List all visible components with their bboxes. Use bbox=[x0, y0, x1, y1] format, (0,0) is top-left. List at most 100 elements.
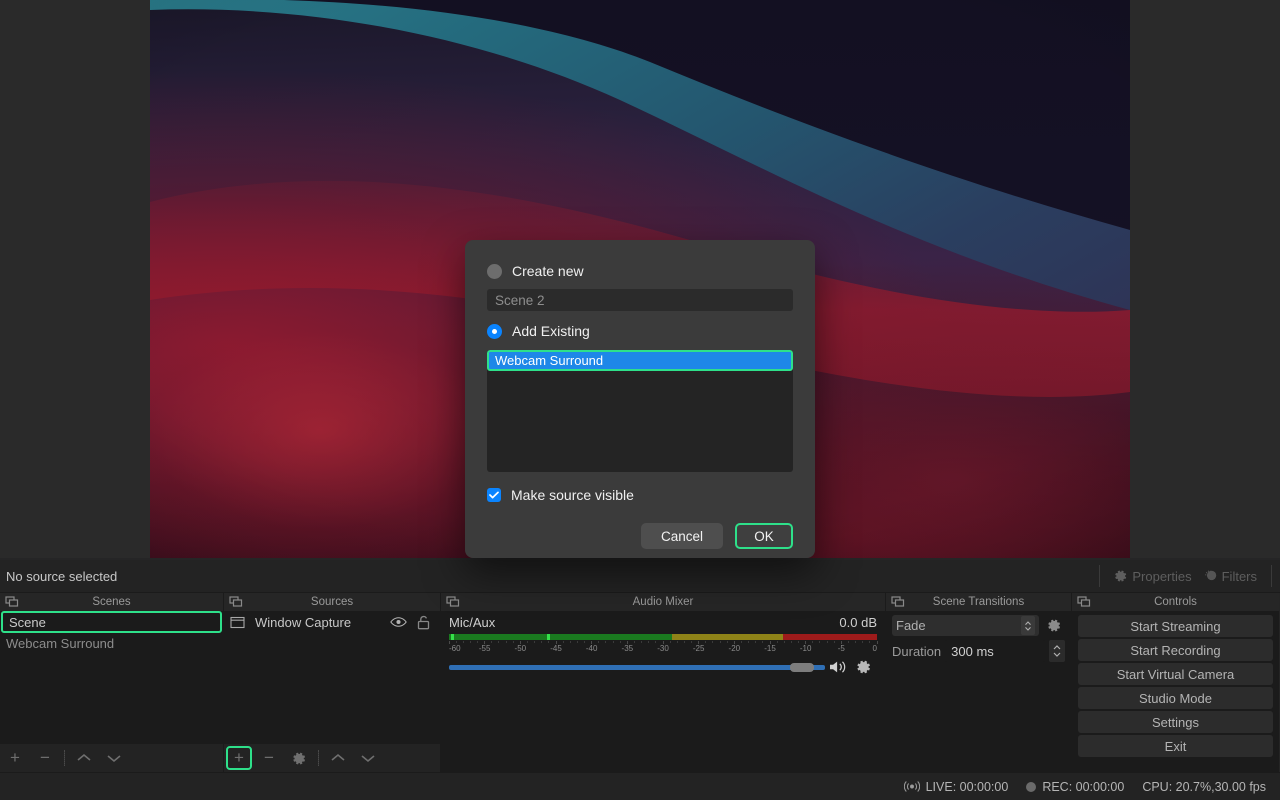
add-existing-radio-row[interactable]: Add Existing bbox=[487, 320, 793, 342]
add-scene-button[interactable]: + bbox=[0, 745, 30, 771]
move-scene-up-button[interactable] bbox=[69, 745, 99, 771]
status-bar: LIVE: 00:00:00 REC: 00:00:00 CPU: 20.7%,… bbox=[0, 772, 1280, 800]
transitions-body: Fade Duration 300 ms bbox=[886, 611, 1071, 772]
scenes-list[interactable]: Scene Webcam Surround bbox=[0, 611, 223, 744]
filters-button[interactable]: Filters bbox=[1198, 566, 1263, 587]
scene-transitions-dock: Scene Transitions Fade Duration 300 ms bbox=[885, 593, 1071, 772]
add-existing-label: Add Existing bbox=[512, 323, 590, 339]
meter-minor-tick bbox=[534, 641, 536, 643]
existing-source-label: Webcam Surround bbox=[495, 353, 604, 368]
sources-list[interactable]: Window Capture bbox=[224, 611, 440, 744]
move-scene-down-button[interactable] bbox=[99, 745, 129, 771]
existing-sources-listbox[interactable]: Webcam Surround bbox=[487, 350, 793, 472]
mixer-track-db: 0.0 dB bbox=[839, 615, 877, 630]
meter-minor-tick bbox=[869, 641, 871, 643]
meter-minor-tick bbox=[676, 641, 678, 643]
meter-minor-tick bbox=[705, 641, 707, 643]
meter-green-segment bbox=[449, 634, 672, 640]
mixer-track-name: Mic/Aux bbox=[449, 615, 496, 630]
unlock-icon[interactable] bbox=[417, 615, 430, 630]
scene-item-webcam-surround[interactable]: Webcam Surround bbox=[0, 633, 223, 653]
mixer-dock-title: Audio Mixer bbox=[441, 593, 885, 611]
eye-icon[interactable] bbox=[390, 616, 407, 628]
sources-toolbar: + − bbox=[224, 744, 440, 772]
remove-source-button[interactable]: − bbox=[254, 745, 284, 771]
source-item-label: Window Capture bbox=[255, 614, 352, 630]
button-label: Start Virtual Camera bbox=[1116, 666, 1235, 682]
exit-button[interactable]: Exit bbox=[1078, 735, 1273, 757]
meter-minor-tick bbox=[477, 641, 479, 643]
meter-minor-tick bbox=[847, 641, 849, 643]
make-visible-row[interactable]: Make source visible bbox=[487, 485, 793, 505]
transition-properties-gear-icon[interactable] bbox=[1043, 618, 1065, 633]
chevron-updown-icon[interactable] bbox=[1021, 616, 1035, 635]
mixer-level-meter bbox=[449, 634, 877, 640]
undock-icon[interactable] bbox=[1077, 596, 1091, 608]
meter-minor-tick bbox=[498, 641, 500, 643]
transitions-dock-title: Scene Transitions bbox=[886, 593, 1071, 611]
meter-minor-tick bbox=[798, 641, 800, 643]
source-item-window-capture[interactable]: Window Capture bbox=[224, 611, 440, 633]
ok-label: OK bbox=[754, 528, 774, 544]
studio-mode-button[interactable]: Studio Mode bbox=[1078, 687, 1273, 709]
add-source-button[interactable]: + bbox=[226, 746, 252, 770]
scene-item-label: Webcam Surround bbox=[6, 635, 115, 651]
meter-minor-tick bbox=[833, 641, 835, 643]
meter-minor-tick bbox=[619, 641, 621, 643]
existing-source-item[interactable]: Webcam Surround bbox=[487, 350, 793, 371]
cancel-button[interactable]: Cancel bbox=[641, 523, 723, 549]
rec-status: REC: 00:00:00 bbox=[1026, 780, 1124, 794]
duration-stepper[interactable] bbox=[1049, 640, 1065, 662]
meter-minor-tick bbox=[455, 641, 457, 643]
undock-icon[interactable] bbox=[446, 596, 460, 608]
add-scene-source-dialog: Create new Scene 2 Add Existing Webcam S… bbox=[465, 240, 815, 558]
speaker-icon[interactable] bbox=[825, 659, 851, 675]
scene-item-scene[interactable]: Scene bbox=[1, 611, 222, 633]
create-new-radio[interactable] bbox=[487, 263, 502, 279]
meter-minor-tick bbox=[562, 641, 564, 643]
settings-button[interactable]: Settings bbox=[1078, 711, 1273, 733]
undock-icon[interactable] bbox=[229, 596, 243, 608]
source-properties-button[interactable] bbox=[284, 745, 314, 771]
meter-minor-tick bbox=[491, 641, 493, 643]
start-recording-button[interactable]: Start Recording bbox=[1078, 639, 1273, 661]
ok-button[interactable]: OK bbox=[735, 523, 793, 549]
sources-dock-title: Sources bbox=[224, 593, 440, 611]
properties-label: Properties bbox=[1132, 568, 1192, 584]
undock-icon[interactable] bbox=[891, 596, 905, 608]
volume-slider[interactable] bbox=[449, 659, 825, 675]
meter-minor-tick bbox=[719, 641, 721, 643]
new-source-name-input[interactable]: Scene 2 bbox=[487, 289, 793, 311]
transitions-title-label: Scene Transitions bbox=[932, 596, 1025, 608]
meter-minor-tick bbox=[648, 641, 650, 643]
meter-minor-tick bbox=[740, 641, 742, 643]
window-icon bbox=[230, 616, 245, 629]
duration-input[interactable]: 300 ms bbox=[945, 640, 1045, 662]
make-source-visible-checkbox[interactable] bbox=[487, 488, 501, 502]
start-streaming-button[interactable]: Start Streaming bbox=[1078, 615, 1273, 637]
obs-main-window: No source selected Properties Filters Sc… bbox=[0, 0, 1280, 800]
mixer-track-mic-aux: Mic/Aux 0.0 dB -60 -55 -50 -45 -40 -35 -30 -25-… bbox=[441, 611, 885, 675]
undock-icon[interactable] bbox=[5, 596, 19, 608]
meter-tick-label: -60 bbox=[449, 644, 461, 653]
create-new-radio-row[interactable]: Create new bbox=[487, 260, 793, 282]
mixer-settings-gear-icon[interactable] bbox=[851, 659, 877, 675]
toolbar-divider-right bbox=[1271, 565, 1272, 587]
transition-select[interactable]: Fade bbox=[892, 615, 1039, 636]
properties-button[interactable]: Properties bbox=[1108, 566, 1197, 587]
meter-minor-tick bbox=[512, 641, 514, 643]
add-existing-radio[interactable] bbox=[487, 323, 502, 339]
transition-duration-row: Duration 300 ms bbox=[886, 636, 1071, 662]
controls-button-list: Start Streaming Start Recording Start Vi… bbox=[1072, 611, 1279, 761]
meter-red-segment bbox=[782, 634, 877, 640]
remove-scene-button[interactable]: − bbox=[30, 745, 60, 771]
volume-slider-handle[interactable] bbox=[789, 663, 814, 672]
start-virtual-camera-button[interactable]: Start Virtual Camera bbox=[1078, 663, 1273, 685]
move-source-down-button[interactable] bbox=[353, 745, 383, 771]
meter-minor-tick bbox=[826, 641, 828, 643]
move-source-up-button[interactable] bbox=[323, 745, 353, 771]
broadcast-icon bbox=[903, 780, 920, 793]
meter-tick-label: -35 bbox=[621, 644, 634, 653]
filters-icon bbox=[1204, 569, 1218, 583]
meter-minor-tick bbox=[691, 641, 693, 643]
